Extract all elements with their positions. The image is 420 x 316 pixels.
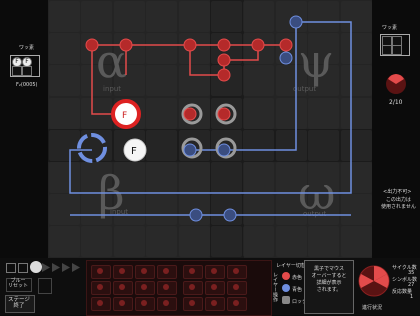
- palette-instruction[interactable]: [183, 265, 203, 279]
- palette-instruction[interactable]: [135, 297, 155, 311]
- step-button[interactable]: [18, 263, 28, 273]
- red-instruction-node: [119, 38, 133, 52]
- blue-waldo: [77, 133, 107, 163]
- blue-instruction-node: [279, 51, 293, 65]
- reactors-label: 反応数量: [392, 289, 413, 295]
- mini-cell: [22, 66, 32, 76]
- red-instruction-node: [251, 38, 265, 52]
- layer-ops-label: レイヤー操作: [272, 272, 278, 302]
- right-panel-title: ワッ素: [382, 25, 398, 31]
- legend-red: 赤色: [292, 275, 303, 281]
- red-atom-label: F: [122, 111, 127, 121]
- layer-settings-label: レイヤー切替: [276, 263, 306, 269]
- blue-instruction-node: [183, 143, 197, 157]
- palette-instruction[interactable]: [205, 281, 225, 295]
- palette-instruction[interactable]: [183, 281, 203, 295]
- red-instruction-node: [217, 107, 231, 121]
- instruction-palette[interactable]: [86, 260, 272, 316]
- blue-instruction-node: [189, 208, 203, 222]
- palette-instruction[interactable]: [113, 265, 133, 279]
- palette-instruction[interactable]: [157, 281, 177, 295]
- palette-instruction[interactable]: [227, 265, 247, 279]
- palette-instruction[interactable]: [91, 281, 111, 295]
- hotkey-h-button[interactable]: [38, 278, 52, 294]
- stop-button[interactable]: [6, 263, 16, 273]
- progress-text: 2/10: [389, 99, 403, 106]
- mini-cell: [12, 66, 22, 76]
- palette-instruction[interactable]: [227, 297, 247, 311]
- mini-cell: [382, 45, 392, 55]
- red-instruction-node: [183, 107, 197, 121]
- right-molecule-preview: [380, 34, 410, 56]
- palette-instruction[interactable]: [205, 265, 225, 279]
- palette-instruction[interactable]: [157, 265, 177, 279]
- palette-instruction[interactable]: [227, 281, 247, 295]
- red-instruction-node: [279, 38, 293, 52]
- tooltip-text: 黒子でマウス オーバーすると 詳細が表示 されます。: [311, 266, 347, 293]
- blue-instruction-node: [217, 143, 231, 157]
- red-instruction-node: [217, 68, 231, 82]
- palette-instruction[interactable]: [91, 265, 111, 279]
- palette-instruction[interactable]: [91, 297, 111, 311]
- blue-layer-toggle[interactable]: [282, 284, 290, 292]
- progress-label: 進行状況: [362, 305, 383, 311]
- left-molecule-preview: F F: [10, 55, 40, 77]
- red-instruction-node: [217, 53, 231, 67]
- control-bar: ブルー リセット ステージ 終了 レイヤー切替 レイヤー操作 赤色 青色 ロック…: [0, 258, 420, 316]
- status-wheel-icon: [358, 265, 390, 297]
- mini-cell: [392, 45, 402, 55]
- blue-instruction-node: [289, 15, 303, 29]
- red-instruction-node: [85, 38, 99, 52]
- reactor-paths: F F: [69, 15, 352, 222]
- palette-instruction[interactable]: [135, 281, 155, 295]
- stage-end-label: ステージ 終了: [8, 297, 30, 309]
- red-instruction-node: [183, 38, 197, 52]
- palette-instruction[interactable]: [113, 281, 133, 295]
- atom-label: F: [131, 146, 137, 157]
- no-output-heading: <出力不可>: [383, 189, 412, 195]
- palette-instruction[interactable]: [113, 297, 133, 311]
- play-button[interactable]: [30, 261, 42, 273]
- no-output-text: この出力は 使用されません: [381, 197, 416, 210]
- reactors-value: 1: [410, 294, 414, 300]
- red-instruction-node: [217, 38, 231, 52]
- speed-arrows-icon[interactable]: [42, 263, 82, 272]
- progress-wheel-icon: [386, 74, 406, 94]
- palette-instruction[interactable]: [183, 297, 203, 311]
- palette-instruction[interactable]: [135, 265, 155, 279]
- red-layer-toggle[interactable]: [282, 272, 290, 280]
- palette-instruction[interactable]: [157, 297, 177, 311]
- lock-toggle[interactable]: [282, 296, 290, 304]
- blue-instruction-node: [223, 208, 237, 222]
- legend-blue: 青色: [292, 287, 303, 293]
- left-panel-title: ワッ素: [19, 45, 35, 51]
- left-formula: F₂(0005): [16, 82, 38, 88]
- blue-reset-label: ブルー リセット: [7, 278, 28, 289]
- palette-instruction[interactable]: [205, 297, 225, 311]
